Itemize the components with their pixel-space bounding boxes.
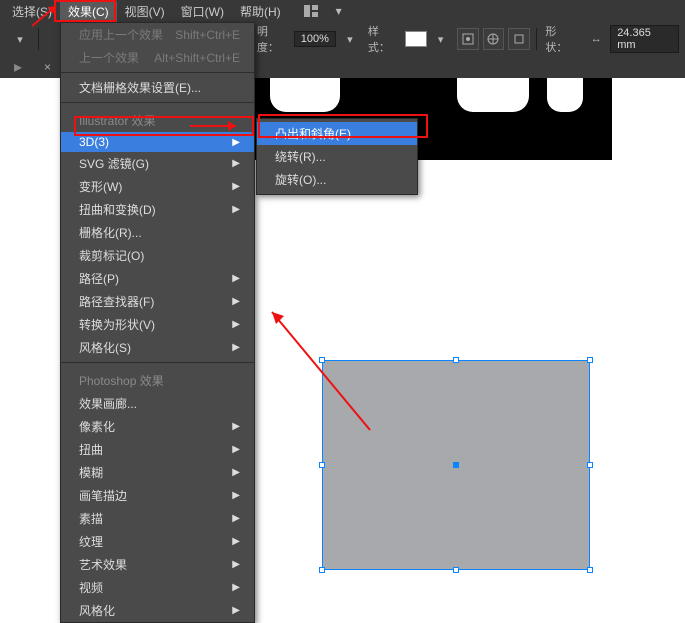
menu-window[interactable]: 窗口(W) — [173, 1, 232, 22]
resize-handle[interactable] — [453, 567, 459, 573]
style-swatch[interactable] — [405, 31, 427, 47]
close-tab-icon[interactable]: × — [44, 60, 51, 74]
menu-group-illustrator: Illustrator 效果 — [61, 106, 254, 132]
menu-last-effect: 上一个效果Alt+Shift+Ctrl+E — [61, 46, 254, 69]
menubar: 选择(S) 效果(C) 视图(V) 窗口(W) 帮助(H) ▾ — [0, 0, 685, 22]
resize-handle[interactable] — [319, 357, 325, 363]
menu-warp[interactable]: 变形(W)▶ — [61, 175, 254, 198]
submenu-rotate[interactable]: 旋转(O)... — [257, 168, 417, 191]
menu-apply-last-effect: 应用上一个效果Shift+Ctrl+E — [61, 23, 254, 46]
menu-distort-transform[interactable]: 扭曲和变换(D)▶ — [61, 198, 254, 221]
resize-handle[interactable] — [319, 462, 325, 468]
style-label: 样式： — [368, 23, 401, 55]
resize-handle[interactable] — [453, 357, 459, 363]
menu-convert-shape[interactable]: 转换为形状(V)▶ — [61, 313, 254, 336]
effect-menu: 应用上一个效果Shift+Ctrl+E 上一个效果Alt+Shift+Ctrl+… — [60, 22, 255, 623]
layout-icon[interactable] — [297, 0, 325, 22]
align-icon[interactable] — [457, 28, 479, 50]
resize-handle[interactable] — [587, 462, 593, 468]
opacity-label: 明度： — [257, 23, 290, 55]
menu-view[interactable]: 视图(V) — [117, 1, 173, 22]
menu-path[interactable]: 路径(P)▶ — [61, 267, 254, 290]
submenu-revolve[interactable]: 绕转(R)... — [257, 145, 417, 168]
menu-3d[interactable]: 3D(3)▶ — [61, 132, 254, 152]
chevron-right-icon[interactable]: ▸ — [4, 56, 32, 78]
recolor-icon[interactable] — [483, 28, 505, 50]
opacity-dropdown-icon[interactable]: ▾ — [336, 28, 364, 50]
menu-pathfinder[interactable]: 路径查找器(F)▶ — [61, 290, 254, 313]
transform-icon[interactable] — [508, 28, 530, 50]
menu-svg-filters[interactable]: SVG 滤镜(G)▶ — [61, 152, 254, 175]
menu-artistic[interactable]: 艺术效果▶ — [61, 553, 254, 576]
dropdown-icon[interactable]: ▾ — [325, 0, 353, 22]
shape-label: 形状： — [545, 23, 578, 55]
menu-help[interactable]: 帮助(H) — [232, 1, 289, 22]
menu-distort-ps[interactable]: 扭曲▶ — [61, 438, 254, 461]
menu-stylize-ai[interactable]: 风格化(S)▶ — [61, 336, 254, 359]
center-anchor[interactable] — [453, 462, 459, 468]
menu-texture[interactable]: 纹理▶ — [61, 530, 254, 553]
menu-effect-gallery[interactable]: 效果画廊... — [61, 392, 254, 415]
menu-brush-strokes[interactable]: 画笔描边▶ — [61, 484, 254, 507]
menu-stylize-ps[interactable]: 风格化▶ — [61, 599, 254, 622]
opacity-field[interactable]: 100% — [294, 31, 336, 47]
menu-blur[interactable]: 模糊▶ — [61, 461, 254, 484]
resize-handle[interactable] — [587, 357, 593, 363]
menu-sketch[interactable]: 素描▶ — [61, 507, 254, 530]
chevron-down-icon[interactable]: ▾ — [6, 28, 34, 50]
menu-select[interactable]: 选择(S) — [4, 1, 60, 22]
menu-crop-marks[interactable]: 裁剪标记(O) — [61, 244, 254, 267]
width-icon: ↔ — [582, 28, 610, 50]
menu-doc-raster-settings[interactable]: 文档栅格效果设置(E)... — [61, 76, 254, 99]
menu-group-photoshop: Photoshop 效果 — [61, 366, 254, 392]
style-dropdown-icon[interactable]: ▾ — [427, 28, 455, 50]
submenu-3d: 凸出和斜角(E)... 绕转(R)... 旋转(O)... — [256, 118, 418, 195]
menu-effect[interactable]: 效果(C) — [60, 1, 117, 22]
menu-rasterize[interactable]: 栅格化(R)... — [61, 221, 254, 244]
menu-video[interactable]: 视频▶ — [61, 576, 254, 599]
selected-rectangle[interactable] — [322, 360, 590, 570]
resize-handle[interactable] — [319, 567, 325, 573]
submenu-extrude-bevel[interactable]: 凸出和斜角(E)... — [257, 122, 417, 145]
resize-handle[interactable] — [587, 567, 593, 573]
document-tab[interactable]: × — [32, 58, 57, 76]
menu-pixelate[interactable]: 像素化▶ — [61, 415, 254, 438]
shape-width-field[interactable]: 24.365 mm — [610, 25, 679, 53]
